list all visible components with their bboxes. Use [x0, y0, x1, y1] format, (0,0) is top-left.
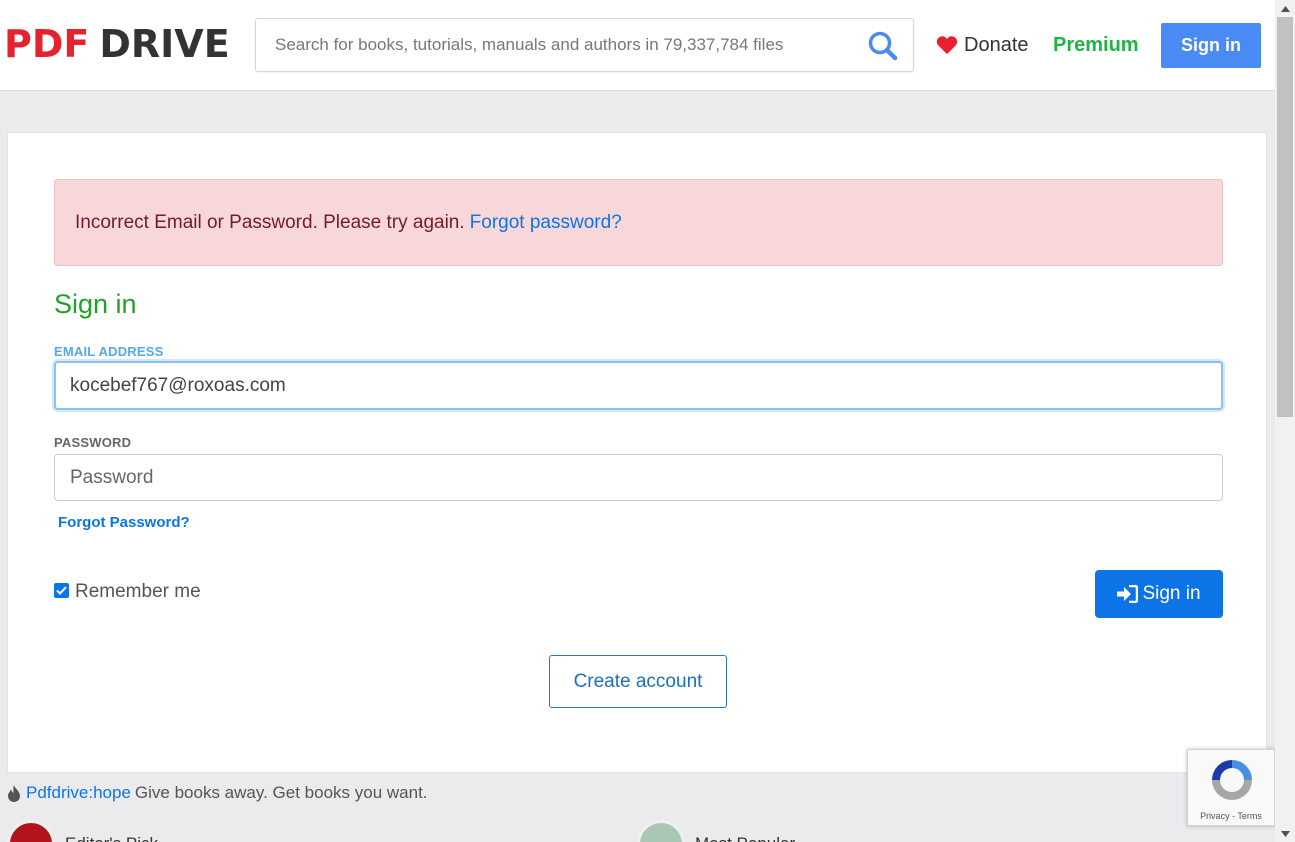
email-label: EMAIL ADDRESS	[54, 344, 164, 359]
remember-me-label: Remember me	[75, 581, 201, 602]
alert-message: Incorrect Email or Password. Please try …	[75, 211, 465, 233]
page-title: Sign in	[54, 289, 137, 319]
error-alert: Incorrect Email or Password. Please try …	[54, 179, 1223, 266]
fire-icon	[8, 784, 20, 802]
logo-drive: DRIVE	[99, 22, 230, 66]
pdfdrive-logo[interactable]: PDF DRIVE	[4, 22, 230, 66]
recaptcha-privacy-link[interactable]: Privacy	[1200, 811, 1230, 821]
remember-me-checkbox[interactable]: Remember me	[54, 581, 201, 603]
recaptcha-links: Privacy - Terms	[1200, 811, 1262, 821]
search-icon[interactable]	[867, 30, 899, 62]
forgot-password-link[interactable]: Forgot Password?	[58, 514, 190, 531]
logo-pdf: PDF	[4, 22, 90, 66]
heart-icon	[936, 36, 958, 55]
signin-card: Incorrect Email or Password. Please try …	[7, 132, 1267, 773]
signin-submit-label: Sign in	[1142, 583, 1201, 604]
password-label: PASSWORD	[54, 435, 132, 450]
signin-submit-button[interactable]: Sign in	[1095, 570, 1223, 618]
hope-banner: Pdfdrive:hope Give books away. Get books…	[6, 783, 428, 803]
recaptcha-icon	[1208, 756, 1256, 809]
editors-pick-thumbnail	[7, 820, 55, 842]
donate-link[interactable]: Donate	[936, 30, 1029, 60]
sign-in-icon	[1117, 585, 1139, 603]
scroll-down-arrow-icon[interactable]	[1275, 825, 1295, 842]
site-header: PDFDRIVE Donate Premium Sign in	[0, 0, 1275, 91]
most-popular-thumbnail	[637, 820, 685, 842]
recaptcha-terms-link[interactable]: Terms	[1237, 811, 1262, 821]
header-signin-button[interactable]: Sign in	[1161, 23, 1261, 68]
scroll-up-arrow-icon[interactable]	[1275, 0, 1295, 17]
premium-link[interactable]: Premium	[1053, 30, 1139, 60]
search-box	[255, 18, 914, 72]
scrollbar-thumb[interactable]	[1277, 17, 1293, 417]
password-field[interactable]	[54, 454, 1223, 501]
hope-link[interactable]: Pdfdrive:hope	[26, 783, 131, 803]
search-input[interactable]	[256, 19, 856, 71]
email-field[interactable]	[54, 361, 1223, 410]
donate-label: Donate	[964, 33, 1029, 56]
editors-pick-item[interactable]: Editor's Pick	[7, 820, 158, 842]
most-popular-label: Most Popular	[695, 834, 795, 842]
recaptcha-badge[interactable]: Privacy - Terms	[1187, 749, 1275, 826]
editors-pick-label: Editor's Pick	[65, 834, 158, 842]
hope-text: Give books away. Get books you want.	[134, 783, 428, 802]
most-popular-item[interactable]: Most Popular	[637, 820, 795, 842]
create-account-button[interactable]: Create account	[549, 655, 727, 708]
page-scrollbar[interactable]	[1275, 0, 1295, 842]
checkbox-checked-icon[interactable]	[54, 582, 69, 598]
alert-forgot-password-link[interactable]: Forgot password?	[470, 212, 622, 234]
